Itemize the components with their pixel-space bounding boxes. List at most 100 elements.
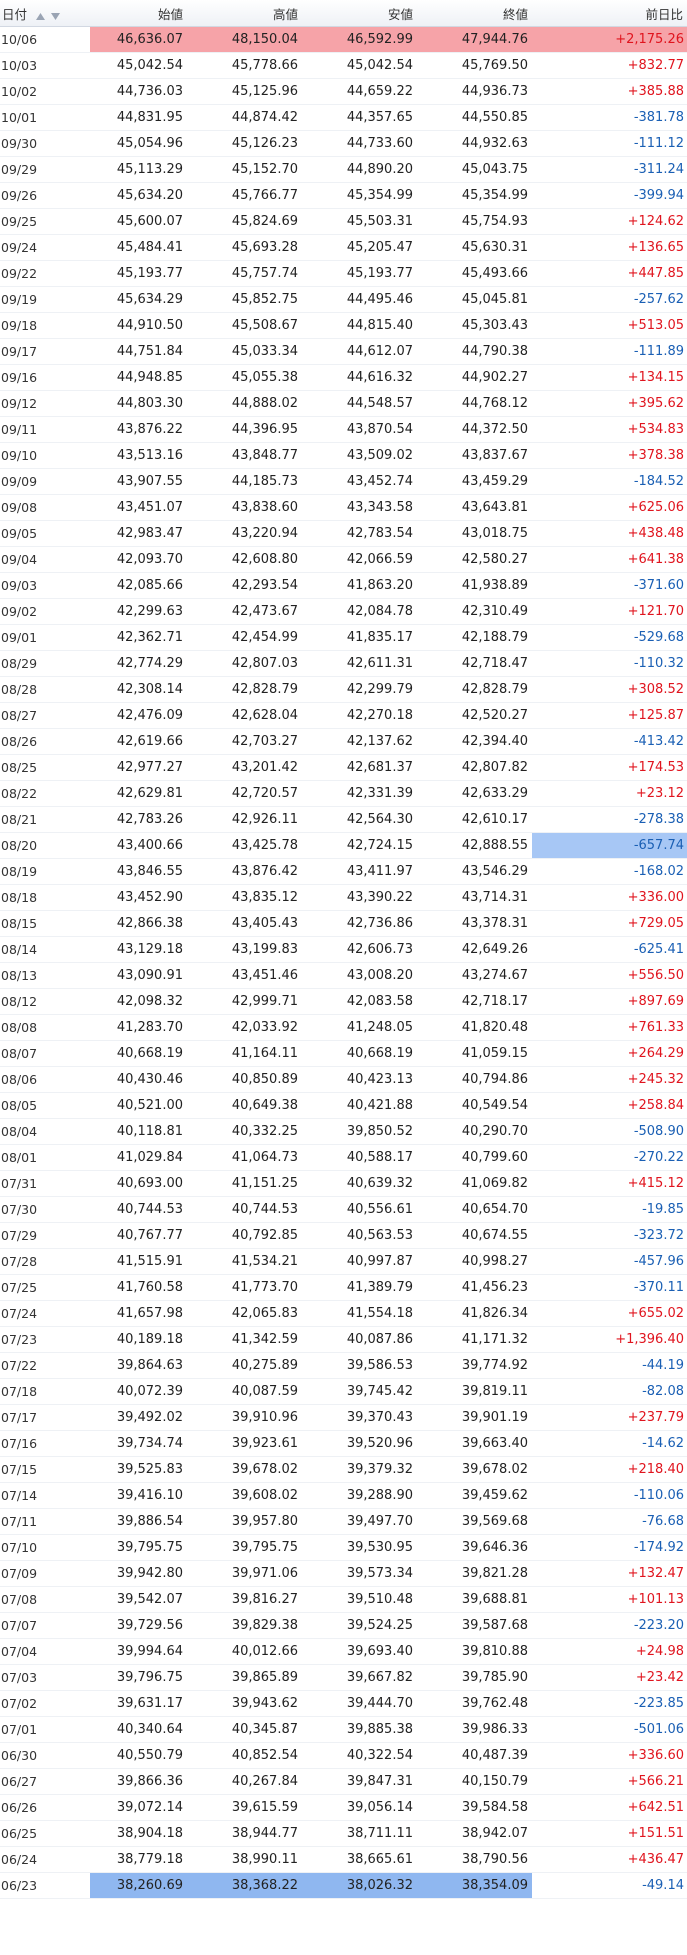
- cell-change: +729.05: [532, 910, 687, 937]
- cell-low: 45,205.47: [302, 234, 417, 261]
- table-row: 07/24 41,657.98 42,065.83 41,554.18 41,826.3…: [0, 1300, 687, 1327]
- cell-change: -413.42: [532, 728, 687, 755]
- cell-change: +655.02: [532, 1300, 687, 1327]
- sort-controls[interactable]: [36, 8, 62, 23]
- cell-close: 40,549.54: [417, 1092, 532, 1119]
- cell-date: 06/25: [0, 1820, 90, 1847]
- cell-low: 41,389.79: [302, 1274, 417, 1301]
- cell-close: 43,274.67: [417, 962, 532, 989]
- table-body: 10/06 46,636.07 48,150.04 46,592.99 47,944.7…: [0, 26, 687, 1899]
- cell-low: 41,248.05: [302, 1014, 417, 1041]
- cell-high: 39,971.06: [187, 1560, 302, 1587]
- table-row: 07/03 39,796.75 39,865.89 39,667.82 39,785.9…: [0, 1664, 687, 1691]
- table-row: 10/01 44,831.95 44,874.42 44,357.65 44,550.8…: [0, 104, 687, 131]
- cell-open: 38,260.69: [90, 1872, 187, 1899]
- cell-high: 42,999.71: [187, 988, 302, 1015]
- cell-low: 42,084.78: [302, 598, 417, 625]
- cell-low: 44,890.20: [302, 156, 417, 183]
- cell-high: 39,816.27: [187, 1586, 302, 1613]
- cell-close: 43,714.31: [417, 884, 532, 911]
- cell-date: 08/13: [0, 962, 90, 989]
- cell-change: +151.51: [532, 1820, 687, 1847]
- cell-date: 08/27: [0, 702, 90, 729]
- cell-close: 38,790.56: [417, 1846, 532, 1873]
- column-header-low[interactable]: 安値: [302, 0, 417, 27]
- cell-change: -529.68: [532, 624, 687, 651]
- cell-date: 07/23: [0, 1326, 90, 1353]
- cell-close: 39,646.36: [417, 1534, 532, 1561]
- table-row: 10/03 45,042.54 45,778.66 45,042.54 45,769.5…: [0, 52, 687, 79]
- cell-high: 43,405.43: [187, 910, 302, 937]
- cell-low: 40,668.19: [302, 1040, 417, 1067]
- cell-low: 39,288.90: [302, 1482, 417, 1509]
- cell-close: 45,754.93: [417, 208, 532, 235]
- cell-high: 45,766.77: [187, 182, 302, 209]
- cell-low: 39,885.38: [302, 1716, 417, 1743]
- table-row: 07/04 39,994.64 40,012.66 39,693.40 39,810.8…: [0, 1638, 687, 1665]
- column-header-close[interactable]: 終値: [417, 0, 532, 27]
- table-row: 09/22 45,193.77 45,757.74 45,193.77 45,493.6…: [0, 260, 687, 287]
- table-row: 09/05 42,983.47 43,220.94 42,783.54 43,018.7…: [0, 520, 687, 547]
- cell-change: +258.84: [532, 1092, 687, 1119]
- cell-change: +121.70: [532, 598, 687, 625]
- cell-change: -371.60: [532, 572, 687, 599]
- cell-high: 38,944.77: [187, 1820, 302, 1847]
- cell-high: 42,293.54: [187, 572, 302, 599]
- cell-close: 44,550.85: [417, 104, 532, 131]
- column-header-open[interactable]: 始値: [90, 0, 187, 27]
- cell-open: 38,904.18: [90, 1820, 187, 1847]
- cell-high: 39,910.96: [187, 1404, 302, 1431]
- column-header-high[interactable]: 高値: [187, 0, 302, 27]
- cell-date: 08/26: [0, 728, 90, 755]
- table-row: 08/06 40,430.46 40,850.89 40,423.13 40,794.8…: [0, 1066, 687, 1093]
- table-row: 07/09 39,942.80 39,971.06 39,573.34 39,821.2…: [0, 1560, 687, 1587]
- cell-close: 42,718.17: [417, 988, 532, 1015]
- cell-close: 39,459.62: [417, 1482, 532, 1509]
- cell-high: 40,792.85: [187, 1222, 302, 1249]
- cell-open: 41,515.91: [90, 1248, 187, 1275]
- sort-ascending-icon[interactable]: [36, 12, 45, 20]
- cell-low: 44,733.60: [302, 130, 417, 157]
- cell-close: 40,998.27: [417, 1248, 532, 1275]
- cell-date: 07/07: [0, 1612, 90, 1639]
- cell-open: 39,631.17: [90, 1690, 187, 1717]
- cell-open: 44,736.03: [90, 78, 187, 105]
- cell-low: 40,563.53: [302, 1222, 417, 1249]
- cell-date: 09/29: [0, 156, 90, 183]
- cell-change: -370.11: [532, 1274, 687, 1301]
- cell-date: 10/02: [0, 78, 90, 105]
- cell-low: 45,354.99: [302, 182, 417, 209]
- cell-date: 08/21: [0, 806, 90, 833]
- table-row: 08/15 42,866.38 43,405.43 42,736.86 43,378.3…: [0, 910, 687, 937]
- cell-close: 40,290.70: [417, 1118, 532, 1145]
- cell-low: 44,495.46: [302, 286, 417, 313]
- cell-high: 39,608.02: [187, 1482, 302, 1509]
- cell-close: 42,718.47: [417, 650, 532, 677]
- cell-change: -111.12: [532, 130, 687, 157]
- cell-change: +556.50: [532, 962, 687, 989]
- cell-change: +761.33: [532, 1014, 687, 1041]
- table-row: 09/08 43,451.07 43,838.60 43,343.58 43,643.8…: [0, 494, 687, 521]
- column-header-change[interactable]: 前日比: [532, 0, 687, 27]
- cell-open: 42,085.66: [90, 572, 187, 599]
- cell-date: 07/15: [0, 1456, 90, 1483]
- table-row: 07/02 39,631.17 39,943.62 39,444.70 39,762.4…: [0, 1690, 687, 1717]
- cell-date: 09/19: [0, 286, 90, 313]
- cell-low: 39,530.95: [302, 1534, 417, 1561]
- cell-low: 42,083.58: [302, 988, 417, 1015]
- cell-close: 45,043.75: [417, 156, 532, 183]
- column-header-date[interactable]: 日付: [0, 0, 90, 27]
- cell-high: 40,850.89: [187, 1066, 302, 1093]
- cell-open: 42,098.32: [90, 988, 187, 1015]
- cell-change: +124.62: [532, 208, 687, 235]
- cell-high: 43,199.83: [187, 936, 302, 963]
- cell-high: 40,345.87: [187, 1716, 302, 1743]
- cell-change: +336.00: [532, 884, 687, 911]
- sort-descending-icon[interactable]: [50, 12, 60, 20]
- table-row: 09/09 43,907.55 44,185.73 43,452.74 43,459.2…: [0, 468, 687, 495]
- cell-date: 07/24: [0, 1300, 90, 1327]
- cell-date: 10/01: [0, 104, 90, 131]
- cell-date: 08/01: [0, 1144, 90, 1171]
- table-row: 08/20 43,400.66 43,425.78 42,724.15 42,888.5…: [0, 832, 687, 859]
- cell-open: 42,476.09: [90, 702, 187, 729]
